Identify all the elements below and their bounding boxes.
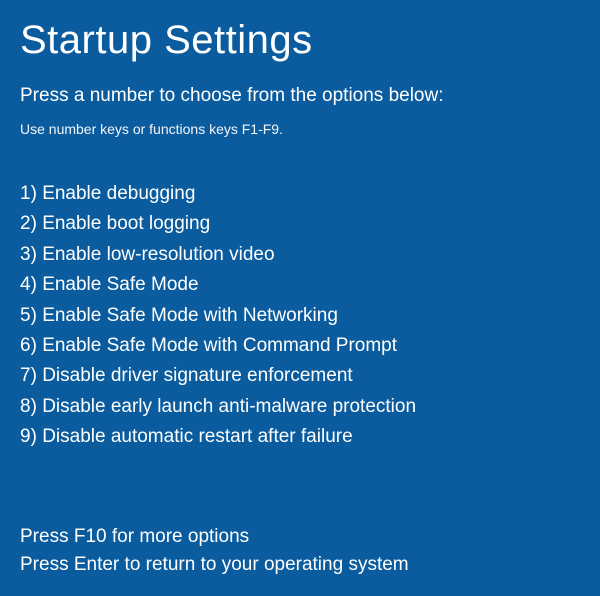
option-number: 7 [20,365,31,386]
option-enable-low-resolution-video[interactable]: 3) Enable low-resolution video [20,240,580,270]
option-enable-safe-mode-networking[interactable]: 5) Enable Safe Mode with Networking [20,301,580,331]
option-number: 9 [20,426,31,447]
option-disable-automatic-restart[interactable]: 9) Disable automatic restart after failu… [20,422,580,452]
option-enable-safe-mode[interactable]: 4) Enable Safe Mode [20,270,580,300]
option-disable-driver-signature-enforcement[interactable]: 7) Disable driver signature enforcement [20,361,580,391]
option-number: 3 [20,244,31,265]
option-number: 8 [20,396,31,417]
option-number: 4 [20,274,31,295]
option-number: 5 [20,305,31,326]
option-label: Enable Safe Mode [42,274,198,295]
option-label: Enable low-resolution video [42,244,274,265]
option-number: 1 [20,183,31,204]
option-enable-boot-logging[interactable]: 2) Enable boot logging [20,209,580,239]
option-disable-early-launch-antimalware[interactable]: 8) Disable early launch anti-malware pro… [20,392,580,422]
option-label: Enable Safe Mode with Networking [42,305,338,326]
option-number: 6 [20,335,31,356]
option-label: Enable debugging [42,183,195,204]
option-label: Disable driver signature enforcement [42,365,353,386]
more-options-hint: Press F10 for more options [20,523,580,552]
option-number: 2 [20,213,31,234]
option-label: Disable automatic restart after failure [42,426,352,447]
page-title: Startup Settings [20,18,580,63]
option-enable-debugging[interactable]: 1) Enable debugging [20,179,580,209]
option-label: Disable early launch anti-malware protec… [42,396,416,417]
instruction-text: Press a number to choose from the option… [20,85,580,107]
option-label: Enable boot logging [42,213,210,234]
key-hint-text: Use number keys or functions keys F1-F9. [20,121,580,137]
option-enable-safe-mode-command-prompt[interactable]: 6) Enable Safe Mode with Command Prompt [20,331,580,361]
return-hint: Press Enter to return to your operating … [20,551,580,580]
startup-options-list: 1) Enable debugging 2) Enable boot loggi… [20,179,580,453]
option-label: Enable Safe Mode with Command Prompt [42,335,397,356]
